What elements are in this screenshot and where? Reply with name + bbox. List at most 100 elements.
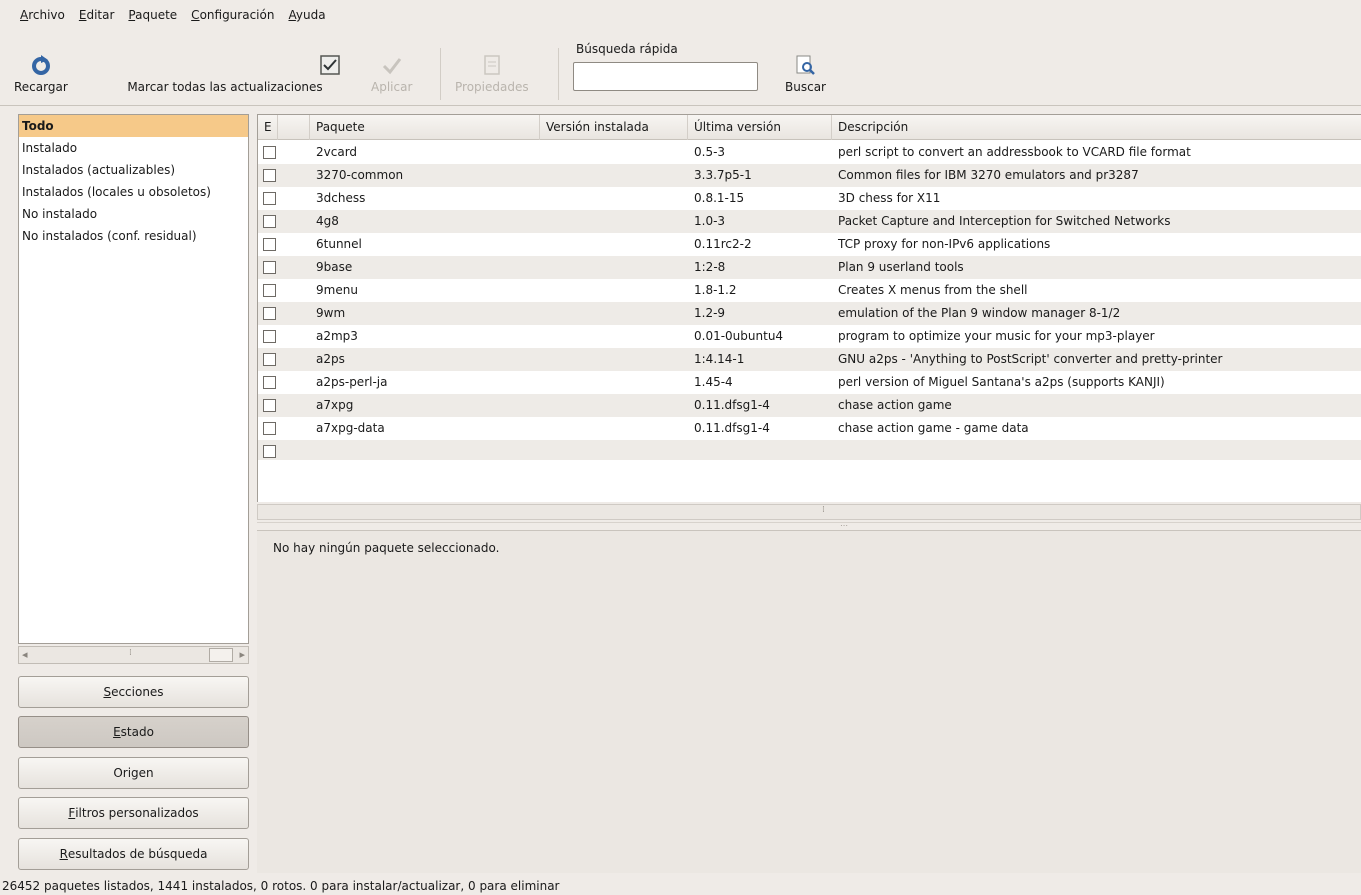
package-details-pane: No hay ningún paquete seleccionado. [257, 530, 1361, 873]
search-icon [794, 54, 816, 76]
package-checkbox[interactable] [263, 192, 276, 205]
package-checkbox[interactable] [263, 307, 276, 320]
column-header-latest-version[interactable]: Última versión [688, 115, 832, 140]
table-row[interactable]: 6tunnel 0.11rc2-2 TCP proxy for non-IPv6 a… [258, 233, 1361, 256]
description-cell: program to optimize your music for your … [838, 329, 1155, 343]
custom-filters-button[interactable]: Filtros personalizados [18, 797, 249, 829]
sections-button[interactable]: Secciones [18, 676, 249, 708]
installed-version-cell [540, 164, 688, 187]
table-row[interactable]: a2ps 1:4.14-1 GNU a2ps - 'Anything to Post… [258, 348, 1361, 371]
package-name-cell: a2ps [316, 352, 345, 366]
table-row[interactable]: a2mp3 0.01-0ubuntu4 program to optimize yo… [258, 325, 1361, 348]
mark-all-icon [319, 54, 341, 76]
package-checkbox[interactable] [263, 353, 276, 366]
package-checkbox[interactable] [263, 215, 276, 228]
menu-ayuda[interactable]: Ayuda [282, 4, 331, 26]
search-button[interactable]: Buscar [785, 42, 826, 102]
table-row[interactable]: 4g8 1.0-3 Packet Capture and Interception … [258, 210, 1361, 233]
menu-bar: Archivo Editar Paquete Configuración Ayu… [0, 0, 1361, 30]
package-checkbox[interactable] [263, 399, 276, 412]
quick-search-input[interactable] [573, 62, 758, 91]
column-header-package[interactable]: Paquete [310, 115, 540, 140]
package-checkbox[interactable] [263, 238, 276, 251]
status-button[interactable]: Estado [18, 716, 249, 748]
table-row[interactable]: 9wm 1.2-9 emulation of the Plan 9 window m… [258, 302, 1361, 325]
package-checkbox[interactable] [263, 330, 276, 343]
apply-button[interactable]: Aplicar [371, 42, 412, 102]
package-name-cell: a2mp3 [316, 329, 358, 343]
table-row[interactable]: 9menu 1.8-1.2 Creates X menus from the she… [258, 279, 1361, 302]
pane-splitter[interactable]: ⋯ [257, 521, 1361, 530]
package-checkbox[interactable] [263, 261, 276, 274]
package-name-cell: 3dchess [316, 191, 366, 205]
package-name-cell: 2vcard [316, 145, 358, 159]
table-row[interactable]: 9base 1:2-8 Plan 9 userland tools [258, 256, 1361, 279]
package-checkbox[interactable] [263, 284, 276, 297]
reload-button[interactable]: Recargar [14, 42, 68, 102]
table-row[interactable]: 2vcard 0.5-3 perl script to convert an add… [258, 141, 1361, 164]
filter-item-instalado[interactable]: Instalado [19, 137, 248, 159]
description-cell: emulation of the Plan 9 window manager 8… [838, 306, 1121, 320]
description-cell: Plan 9 userland tools [838, 260, 964, 274]
latest-version-cell: 1.0-3 [694, 214, 726, 228]
description-cell: GNU a2ps - 'Anything to PostScript' conv… [838, 352, 1223, 366]
filter-item-locales-obsoletos[interactable]: Instalados (locales u obsoletos) [19, 181, 248, 203]
latest-version-cell: 1:4.14-1 [694, 352, 745, 366]
description-cell: perl version of Miguel Santana's a2ps (s… [838, 375, 1165, 389]
filter-list: Todo Instalado Instalados (actualizables… [18, 114, 249, 644]
scroll-right-icon[interactable]: ▸ [239, 648, 245, 661]
installed-version-cell [540, 417, 688, 440]
package-checkbox[interactable] [263, 146, 276, 159]
latest-version-cell: 1.8-1.2 [694, 283, 737, 297]
package-name-cell: 4g8 [316, 214, 339, 228]
table-row[interactable]: 3dchess 0.8.1-15 3D chess for X11 [258, 187, 1361, 210]
menu-editar[interactable]: Editar [73, 4, 121, 26]
table-row[interactable]: 3270-common 3.3.7p5-1 Common files for IBM… [258, 164, 1361, 187]
filter-list-hscrollbar[interactable]: ◂ ⁞ ▸ [18, 646, 249, 664]
latest-version-cell: 1.45-4 [694, 375, 733, 389]
latest-version-cell: 0.11.dfsg1-4 [694, 421, 770, 435]
filter-item-conf-residual[interactable]: No instalados (conf. residual) [19, 225, 248, 247]
package-checkbox[interactable] [263, 445, 276, 458]
table-row[interactable]: a7xpg-data 0.11.dfsg1-4 chase action game … [258, 417, 1361, 440]
table-row[interactable]: a2ps-perl-ja 1.45-4 perl version of Miguel… [258, 371, 1361, 394]
table-hscrollbar[interactable]: ⁞ [257, 504, 1361, 520]
table-row[interactable] [258, 440, 1361, 460]
status-bar: 26452 paquetes listados, 1441 instalados… [2, 879, 560, 893]
menu-paquete[interactable]: Paquete [122, 4, 183, 26]
toolbar-separator [440, 48, 441, 100]
reload-icon [30, 54, 52, 76]
column-header-status[interactable]: E [258, 115, 278, 140]
package-checkbox[interactable] [263, 422, 276, 435]
latest-version-cell: 1:2-8 [694, 260, 726, 274]
package-name-cell: a7xpg [316, 398, 354, 412]
installed-version-cell [540, 325, 688, 348]
description-cell: 3D chess for X11 [838, 191, 941, 205]
package-checkbox[interactable] [263, 376, 276, 389]
filter-item-no-instalado[interactable]: No instalado [19, 203, 248, 225]
package-name-cell: 9menu [316, 283, 358, 297]
scroll-left-icon[interactable]: ◂ [22, 648, 28, 661]
description-cell: Packet Capture and Interception for Swit… [838, 214, 1171, 228]
properties-icon [481, 54, 503, 76]
properties-button[interactable]: Propiedades [455, 42, 529, 102]
installed-version-cell [540, 141, 688, 164]
installed-version-cell [540, 187, 688, 210]
column-header-installed-version[interactable]: Versión instalada [540, 115, 688, 140]
mark-all-updates-button[interactable]: Marcar todas las actualizaciones [109, 42, 341, 102]
package-checkbox[interactable] [263, 169, 276, 182]
menu-configuracion[interactable]: Configuración [185, 4, 280, 26]
installed-version-cell [540, 279, 688, 302]
filter-item-todo[interactable]: Todo [19, 115, 248, 137]
table-row[interactable]: a7xpg 0.11.dfsg1-4 chase action game [258, 394, 1361, 417]
origin-button[interactable]: Origen [18, 757, 249, 789]
menu-archivo[interactable]: Archivo [14, 4, 71, 26]
description-cell: chase action game - game data [838, 421, 1029, 435]
filter-item-actualizables[interactable]: Instalados (actualizables) [19, 159, 248, 181]
scroll-thumb[interactable] [209, 648, 233, 662]
latest-version-cell: 0.8.1-15 [694, 191, 745, 205]
latest-version-cell: 0.5-3 [694, 145, 726, 159]
search-results-button[interactable]: Resultados de búsqueda [18, 838, 249, 870]
latest-version-cell: 1.2-9 [694, 306, 726, 320]
column-header-description[interactable]: Descripción [832, 115, 1361, 140]
